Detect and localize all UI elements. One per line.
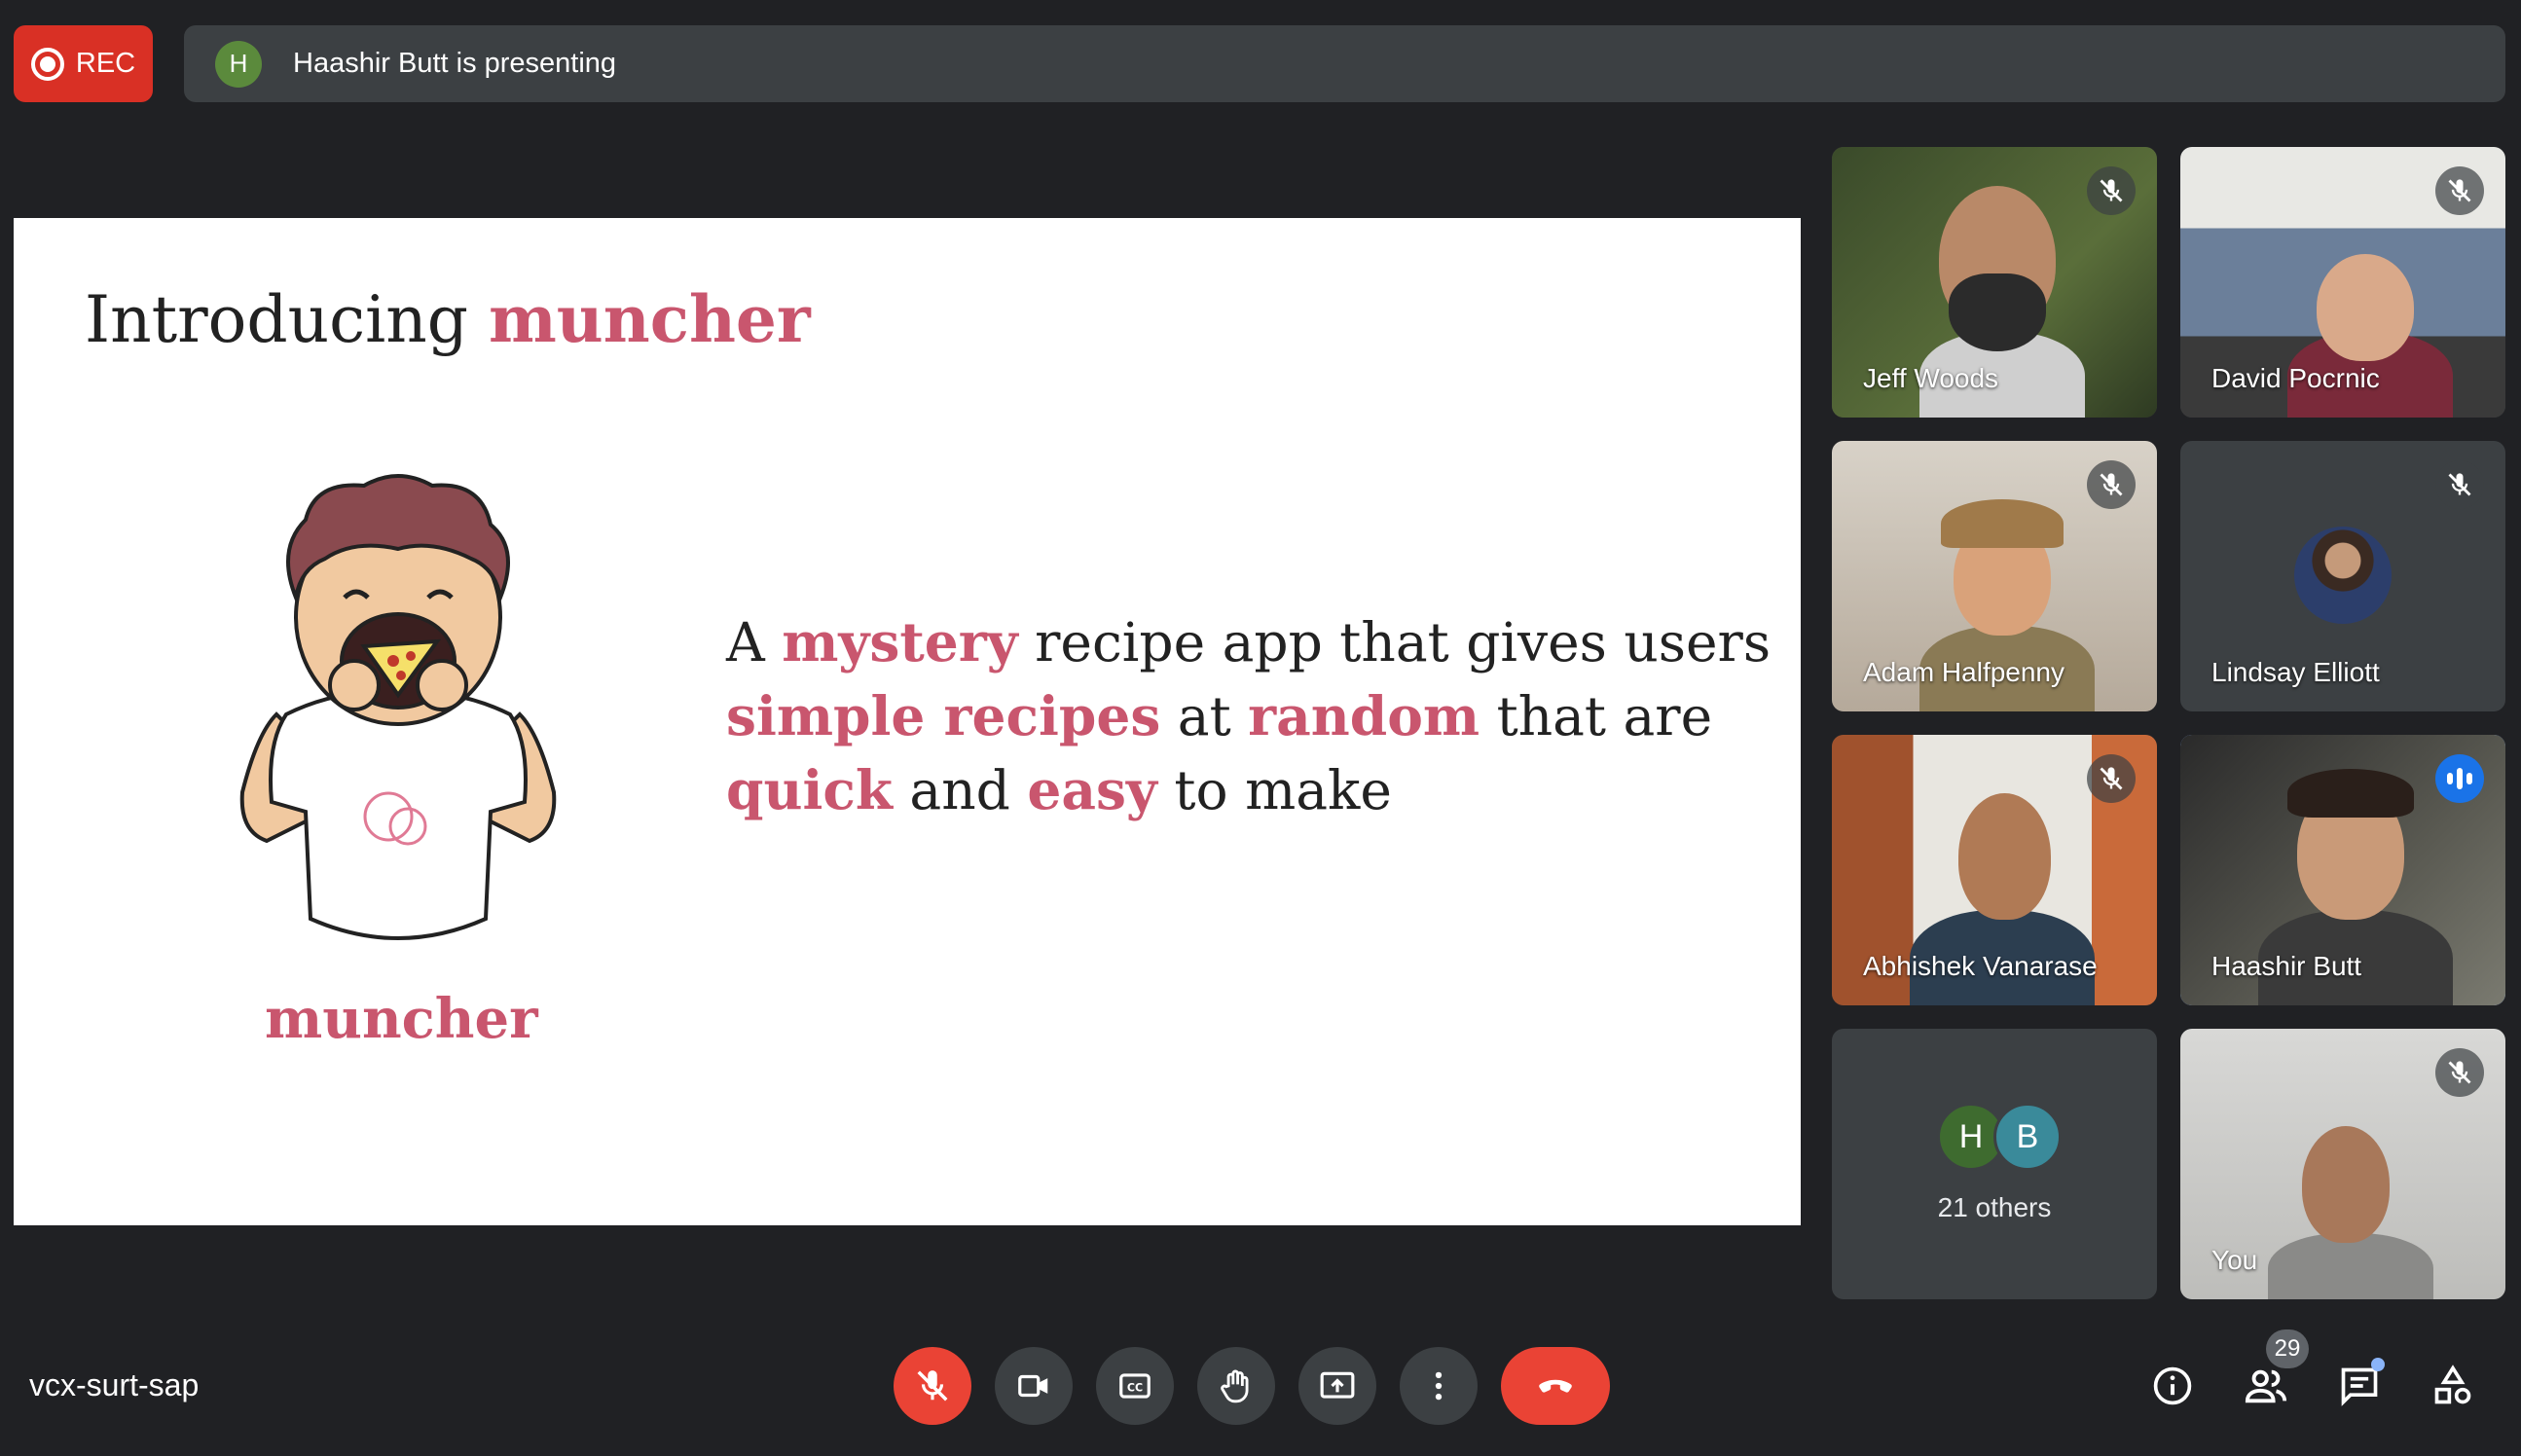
participant-tile-active[interactable]: Haashir Butt bbox=[2180, 735, 2505, 1005]
tagline-text: at bbox=[1160, 685, 1249, 747]
tagline-text: A bbox=[726, 611, 783, 673]
slide-title-plain: Introducing bbox=[85, 282, 489, 357]
slide-tagline: A mystery recipe app that gives users si… bbox=[726, 605, 1777, 827]
participant-tile[interactable]: Lindsay Elliott bbox=[2180, 441, 2505, 711]
tagline-text: recipe app that gives users bbox=[1017, 611, 1772, 673]
others-count: 21 others bbox=[1937, 1192, 2052, 1222]
participant-name: Lindsay Elliott bbox=[2211, 657, 2380, 687]
chat-notification-dot bbox=[2371, 1358, 2385, 1371]
avatar: H bbox=[215, 40, 262, 88]
mic-off-icon bbox=[917, 1370, 948, 1401]
others-tile[interactable]: H B 21 others bbox=[1832, 1029, 2157, 1299]
meeting-details-button[interactable] bbox=[2145, 1359, 2200, 1413]
participant-tile[interactable]: Jeff Woods bbox=[1832, 147, 2157, 418]
participant-tile[interactable]: Adam Halfpenny bbox=[1832, 441, 2157, 711]
recording-label: REC bbox=[75, 48, 136, 79]
raise-hand-button[interactable] bbox=[1197, 1347, 1275, 1425]
more-icon bbox=[1435, 1371, 1443, 1401]
mic-off-icon bbox=[2087, 460, 2136, 509]
presenting-text: Haashir Butt is presenting bbox=[293, 48, 617, 79]
end-call-icon bbox=[1539, 1379, 1572, 1393]
info-icon bbox=[2153, 1366, 2192, 1405]
tagline-highlight: simple recipes bbox=[726, 684, 1161, 747]
recording-button[interactable]: REC bbox=[14, 25, 153, 102]
svg-text:CC: CC bbox=[1127, 1382, 1143, 1395]
end-call-button[interactable] bbox=[1501, 1347, 1610, 1425]
present-icon bbox=[1320, 1371, 1355, 1399]
camera-toggle-button[interactable] bbox=[995, 1347, 1073, 1425]
captions-icon: CC bbox=[1119, 1373, 1151, 1399]
presentation-slide: Introducing muncher muncher A mystery re… bbox=[14, 218, 1801, 1225]
participant-count-badge: 29 bbox=[2266, 1329, 2309, 1368]
tagline-text: to make bbox=[1156, 759, 1392, 821]
self-tile[interactable]: You bbox=[2180, 1029, 2505, 1299]
presenting-banner: H Haashir Butt is presenting bbox=[184, 25, 2505, 102]
mic-off-icon bbox=[2435, 460, 2484, 509]
activities-button[interactable] bbox=[2426, 1359, 2480, 1413]
slide-title: Introducing muncher bbox=[85, 281, 811, 357]
mic-off-icon bbox=[2435, 1048, 2484, 1097]
tagline-text: and bbox=[892, 759, 1028, 821]
tagline-highlight: easy bbox=[1027, 758, 1157, 821]
tagline-highlight: mystery bbox=[782, 610, 1018, 673]
mascot-illustration bbox=[239, 474, 557, 940]
mic-toggle-button[interactable] bbox=[894, 1347, 971, 1425]
meeting-code: vcx-surt-sap bbox=[29, 1367, 200, 1402]
speaking-indicator-icon bbox=[2435, 754, 2484, 803]
others-avatars: H B bbox=[1937, 1103, 2062, 1171]
more-options-button[interactable] bbox=[1400, 1347, 1478, 1425]
record-icon bbox=[30, 47, 64, 81]
mic-off-icon bbox=[2087, 166, 2136, 215]
participant-tile[interactable]: Abhishek Vanarase bbox=[1832, 735, 2157, 1005]
mic-off-icon bbox=[2087, 754, 2136, 803]
tagline-text: that are bbox=[1480, 685, 1713, 747]
participant-tile[interactable]: David Pocrnic bbox=[2180, 147, 2505, 418]
people-icon bbox=[2245, 1369, 2287, 1403]
tagline-highlight: quick bbox=[726, 758, 893, 821]
camera-icon bbox=[1018, 1374, 1048, 1398]
raise-hand-icon bbox=[1221, 1369, 1249, 1403]
chat-icon bbox=[2341, 1367, 2378, 1406]
slide-title-accent: muncher bbox=[488, 281, 811, 357]
participant-name: David Pocrnic bbox=[2211, 363, 2380, 393]
captions-button[interactable]: CC bbox=[1096, 1347, 1174, 1425]
avatar bbox=[2294, 527, 2392, 624]
activities-icon bbox=[2434, 1365, 2471, 1404]
mic-off-icon bbox=[2435, 166, 2484, 215]
participant-name: You bbox=[2211, 1245, 2258, 1275]
avatar: B bbox=[1993, 1103, 2062, 1171]
participant-name: Abhishek Vanarase bbox=[1863, 951, 2098, 981]
participant-name: Haashir Butt bbox=[2211, 951, 2362, 981]
participant-name: Jeff Woods bbox=[1863, 363, 1999, 393]
participant-name: Adam Halfpenny bbox=[1863, 657, 2065, 687]
present-now-button[interactable] bbox=[1298, 1347, 1376, 1425]
mascot-name: muncher bbox=[265, 987, 538, 1051]
tagline-highlight: random bbox=[1248, 684, 1480, 747]
